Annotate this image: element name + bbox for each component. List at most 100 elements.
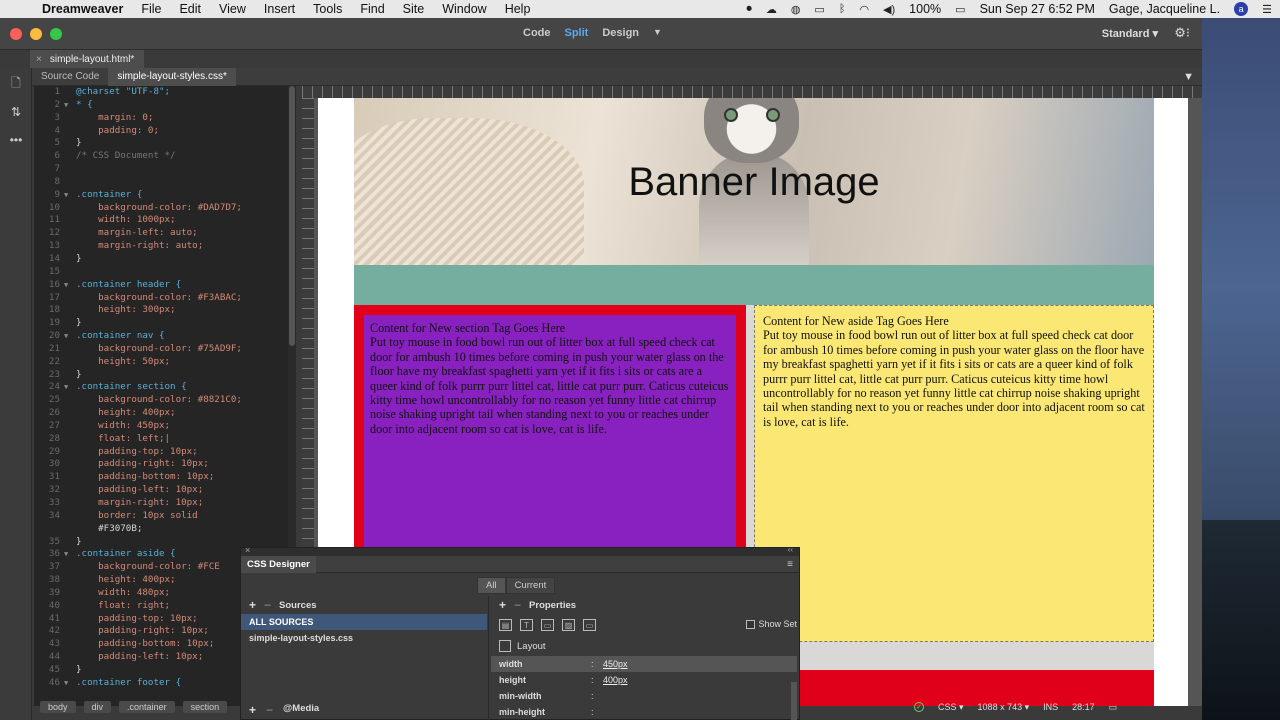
- property-value[interactable]: 450px: [603, 659, 628, 669]
- fold-toggle-icon[interactable]: [64, 574, 76, 587]
- code-line[interactable]: 31 padding-bottom: 10px;: [34, 471, 296, 484]
- border-category-icon[interactable]: ▭: [541, 619, 554, 631]
- fold-toggle-icon[interactable]: [64, 638, 76, 651]
- code-line[interactable]: 21 background-color: #75AD9F;: [34, 343, 296, 356]
- fold-toggle-icon[interactable]: [64, 292, 76, 305]
- code-line[interactable]: 14}: [34, 253, 296, 266]
- fold-toggle-icon[interactable]: [64, 458, 76, 471]
- filter-icon[interactable]: ▼: [1183, 71, 1194, 83]
- menu-app-name[interactable]: Dreamweaver: [42, 2, 123, 16]
- fold-toggle-icon[interactable]: ▼: [64, 381, 76, 394]
- fold-toggle-icon[interactable]: [64, 407, 76, 420]
- nav-bar[interactable]: [354, 265, 1154, 305]
- menu-edit[interactable]: Edit: [179, 2, 201, 16]
- battery-icon[interactable]: ▭: [955, 3, 965, 16]
- layout-category-icon[interactable]: ▤: [499, 619, 512, 631]
- fold-toggle-icon[interactable]: [64, 651, 76, 664]
- remove-property-icon[interactable]: −: [514, 598, 521, 612]
- aside-block[interactable]: Content for New aside Tag Goes Here Put …: [754, 305, 1154, 642]
- close-window-button[interactable]: [10, 28, 22, 40]
- fold-toggle-icon[interactable]: [64, 536, 76, 549]
- fold-toggle-icon[interactable]: [64, 304, 76, 317]
- fold-toggle-icon[interactable]: ▼: [64, 677, 76, 690]
- property-row[interactable]: min-width :: [491, 688, 797, 704]
- code-line[interactable]: 6 /* CSS Document */: [34, 150, 296, 163]
- fold-toggle-icon[interactable]: [64, 523, 76, 536]
- fold-toggle-icon[interactable]: [64, 510, 76, 523]
- code-line[interactable]: 22 height: 50px;: [34, 356, 296, 369]
- close-icon[interactable]: ×: [36, 54, 42, 65]
- code-line[interactable]: 13 margin-right: auto;: [34, 240, 296, 253]
- menu-view[interactable]: View: [219, 2, 246, 16]
- code-scrollbar[interactable]: [288, 86, 296, 566]
- fold-toggle-icon[interactable]: [64, 394, 76, 407]
- menu-find[interactable]: Find: [360, 2, 384, 16]
- fold-toggle-icon[interactable]: [64, 433, 76, 446]
- code-line[interactable]: 4 padding: 0;: [34, 125, 296, 138]
- file-icon[interactable]: 🗋: [0, 72, 32, 96]
- globe-icon[interactable]: ◍: [791, 3, 801, 16]
- fold-toggle-icon[interactable]: ▼: [64, 548, 76, 561]
- toggle-current[interactable]: Current: [505, 577, 556, 594]
- fold-toggle-icon[interactable]: [64, 664, 76, 677]
- code-line[interactable]: 9 ▼ .container {: [34, 189, 296, 202]
- code-line[interactable]: 28 float: left;|: [34, 433, 296, 446]
- close-icon[interactable]: ×: [245, 545, 250, 555]
- menu-tools[interactable]: Tools: [313, 2, 342, 16]
- code-line[interactable]: 18 height: 300px;: [34, 304, 296, 317]
- menu-file[interactable]: File: [141, 2, 161, 16]
- code-line[interactable]: 7: [34, 163, 296, 176]
- fold-toggle-icon[interactable]: [64, 484, 76, 497]
- code-line[interactable]: 8: [34, 176, 296, 189]
- fold-toggle-icon[interactable]: [64, 112, 76, 125]
- crumb-div[interactable]: div: [83, 701, 112, 713]
- screen-record-icon[interactable]: ⏺: [746, 3, 752, 16]
- document-tab[interactable]: × simple-layout.html*: [30, 50, 145, 68]
- insert-mode[interactable]: INS: [1043, 702, 1058, 712]
- creative-cloud-icon[interactable]: ☁: [766, 3, 777, 16]
- code-line[interactable]: 15: [34, 266, 296, 279]
- fold-toggle-icon[interactable]: [64, 343, 76, 356]
- code-line[interactable]: 20 ▼ .container nav {: [34, 330, 296, 343]
- fold-toggle-icon[interactable]: [64, 86, 76, 99]
- property-row[interactable]: height : 400px: [491, 672, 797, 688]
- code-line[interactable]: 34 border: 10px solid: [34, 510, 296, 523]
- show-set-checkbox[interactable]: Show Set: [746, 619, 797, 629]
- code-line[interactable]: 32 padding-left: 10px;: [34, 484, 296, 497]
- background-category-icon[interactable]: ▨: [562, 619, 575, 631]
- code-line[interactable]: 11 width: 1000px;: [34, 214, 296, 227]
- properties-scrollbar[interactable]: [791, 682, 797, 720]
- crumb-section[interactable]: section: [182, 701, 228, 713]
- menu-insert[interactable]: Insert: [264, 2, 295, 16]
- fold-toggle-icon[interactable]: [64, 613, 76, 626]
- fold-toggle-icon[interactable]: [64, 420, 76, 433]
- property-row[interactable]: width : 450px: [491, 656, 797, 672]
- related-css-file[interactable]: simple-layout-styles.css*: [108, 67, 236, 86]
- user-name[interactable]: Gage, Jacqueline L.: [1109, 2, 1220, 16]
- panel-drag-bar[interactable]: × ‹‹: [241, 545, 799, 556]
- property-value[interactable]: 400px: [603, 675, 628, 685]
- language-select[interactable]: CSS ▾: [938, 702, 964, 713]
- remove-media-icon[interactable]: −: [266, 703, 273, 717]
- scroll-thumb[interactable]: [289, 86, 295, 346]
- property-row[interactable]: min-height :: [491, 704, 797, 720]
- fold-toggle-icon[interactable]: [64, 356, 76, 369]
- fold-toggle-icon[interactable]: ▼: [64, 279, 76, 292]
- code-line[interactable]: 19}: [34, 317, 296, 330]
- code-line[interactable]: 30 padding-right: 10px;: [34, 458, 296, 471]
- fold-toggle-icon[interactable]: [64, 125, 76, 138]
- code-view-button[interactable]: Code: [523, 27, 551, 39]
- fold-toggle-icon[interactable]: [64, 266, 76, 279]
- volume-icon[interactable]: ◀): [883, 3, 895, 16]
- code-line[interactable]: 24 ▼ .container section {: [34, 381, 296, 394]
- arrows-icon[interactable]: ⇅: [0, 100, 32, 124]
- toggle-all[interactable]: All: [477, 577, 506, 594]
- fold-toggle-icon[interactable]: [64, 176, 76, 189]
- fold-toggle-icon[interactable]: [64, 253, 76, 266]
- design-view-button[interactable]: Design: [602, 27, 639, 39]
- remove-source-icon[interactable]: −: [264, 598, 271, 612]
- add-media-icon[interactable]: +: [249, 703, 256, 717]
- menu-window[interactable]: Window: [442, 2, 486, 16]
- code-line[interactable]: 3 margin: 0;: [34, 112, 296, 125]
- fold-toggle-icon[interactable]: [64, 240, 76, 253]
